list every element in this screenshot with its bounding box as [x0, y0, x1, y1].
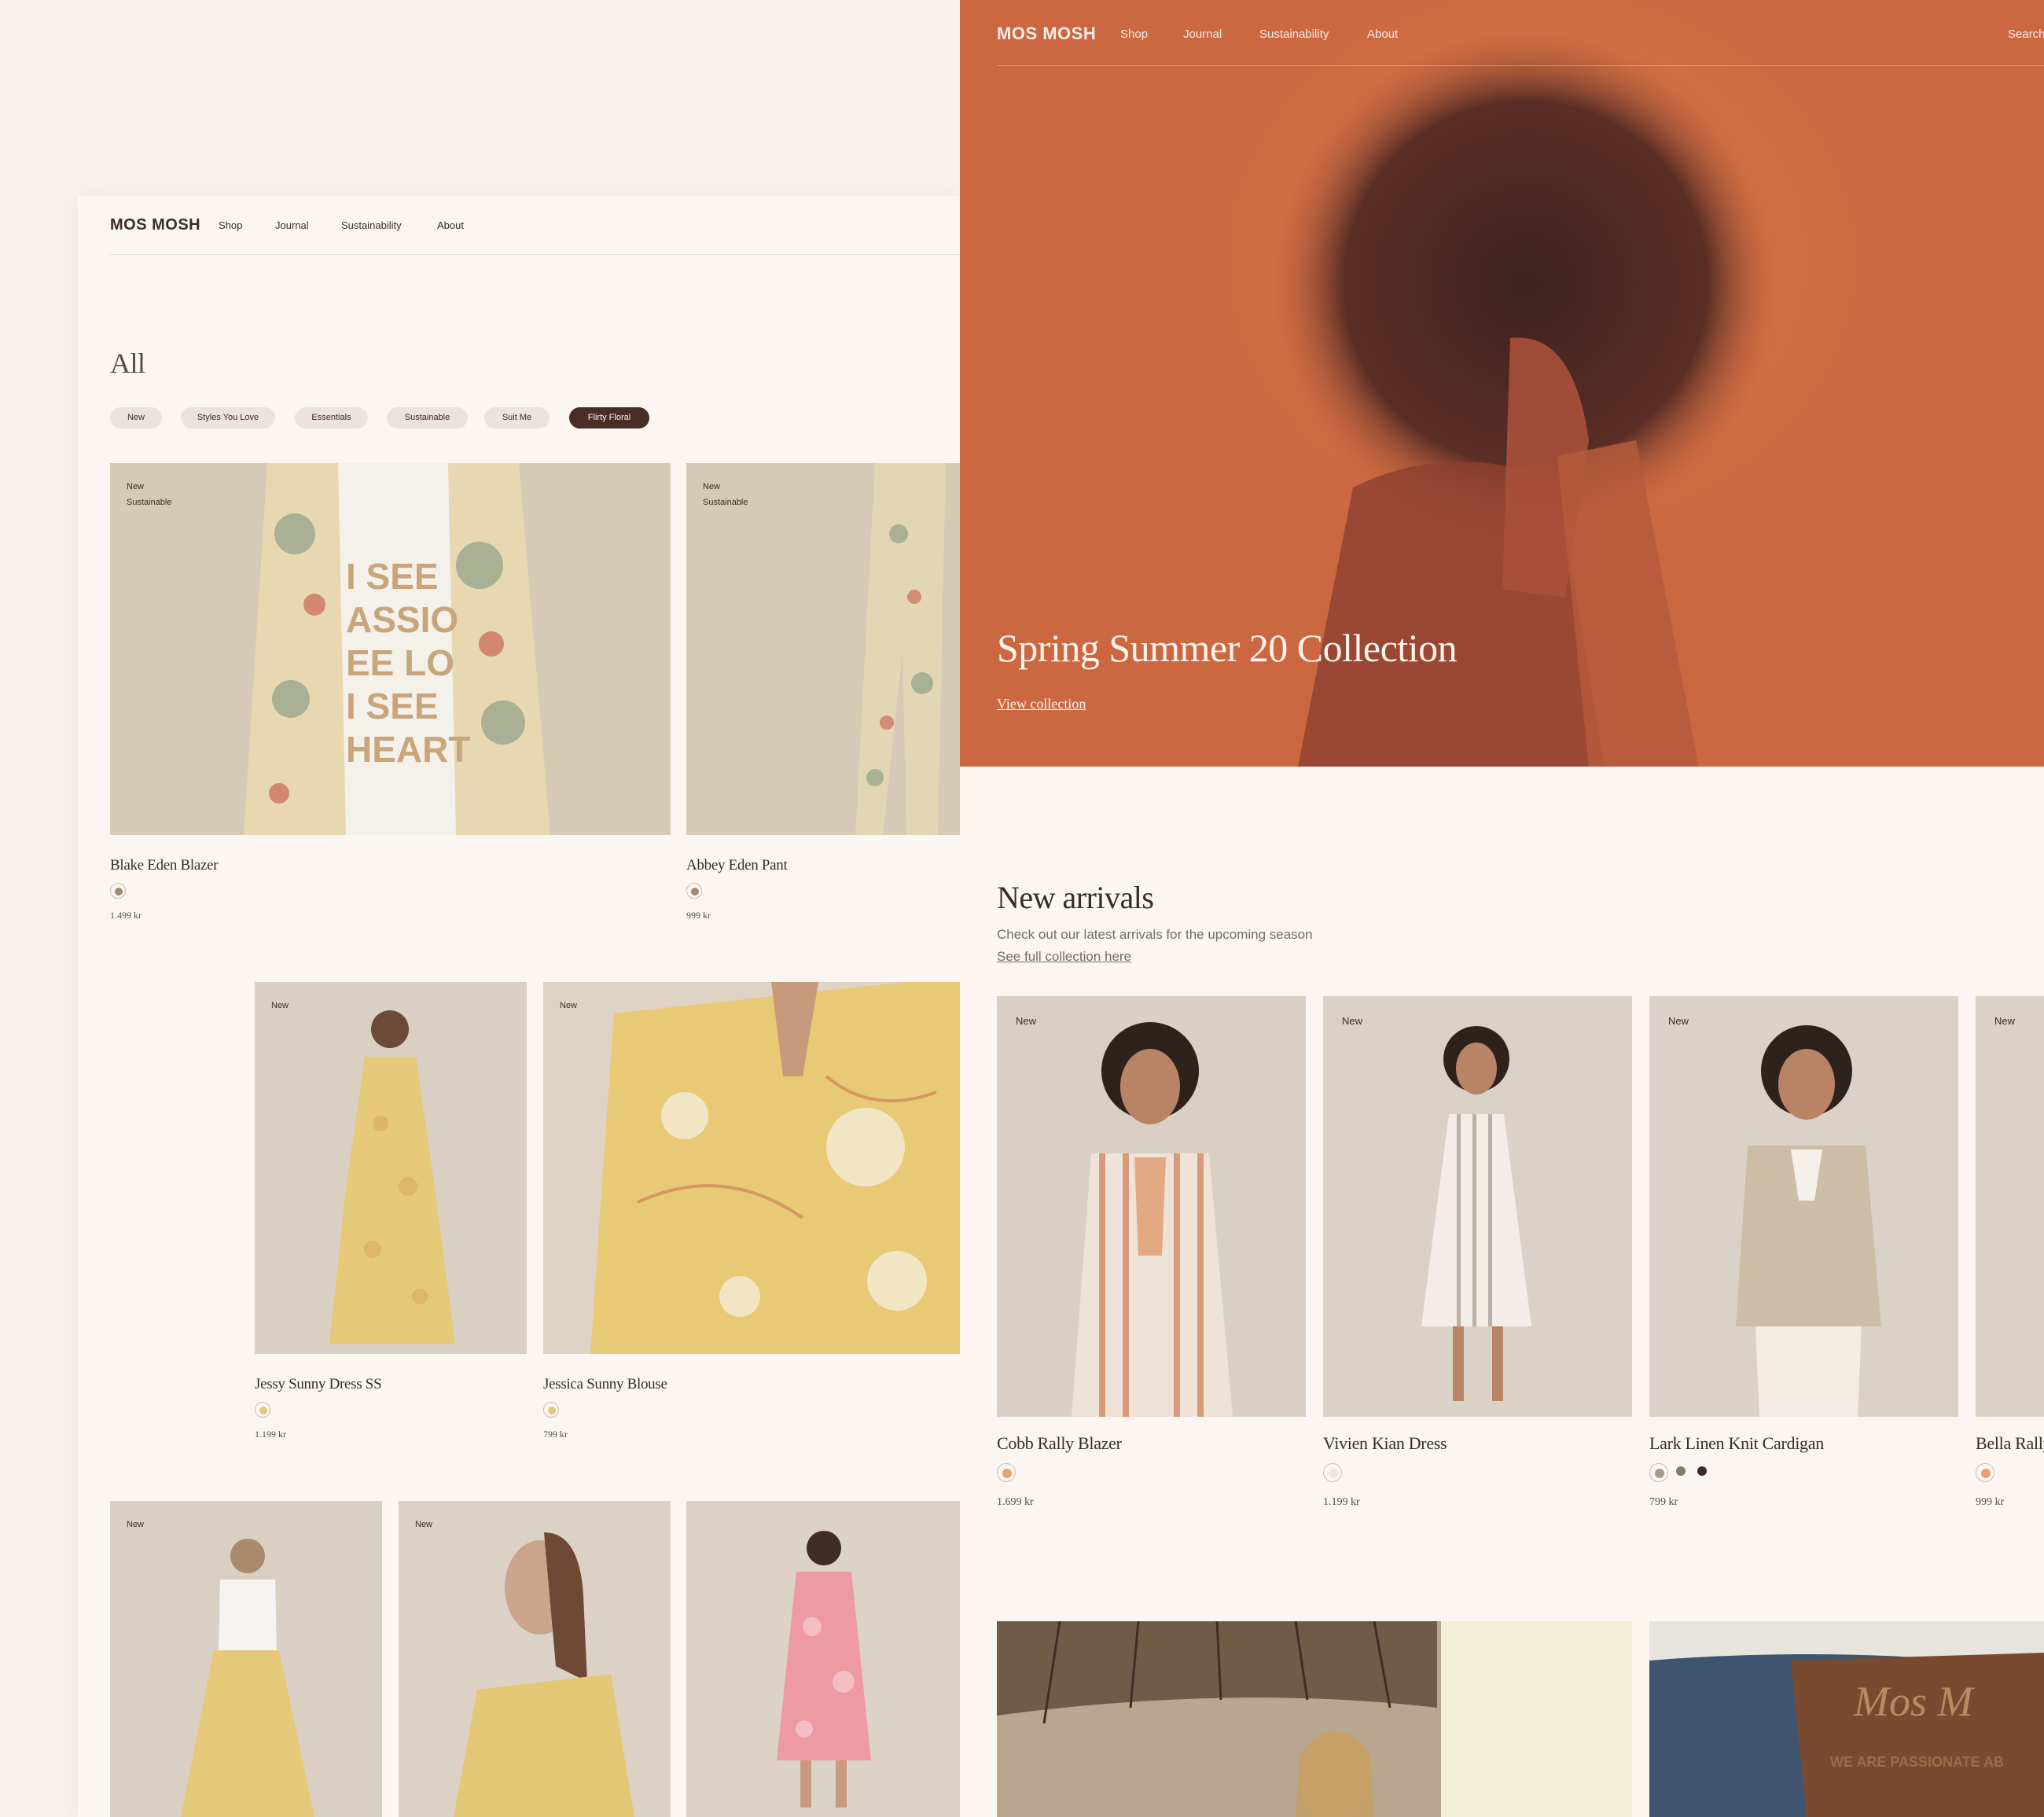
color-swatch[interactable]	[1676, 1466, 1686, 1476]
nav-about[interactable]: About	[437, 219, 464, 231]
product-name-bella-rally[interactable]: Bella Rally	[1976, 1433, 2044, 1454]
chip-flirty-floral[interactable]: Flirty Floral	[569, 407, 649, 429]
nav-divider	[997, 65, 2044, 66]
product-price: 999 kr	[686, 910, 711, 921]
color-swatch[interactable]	[543, 1402, 559, 1418]
svg-text:WE ARE PASSIONATE AB: WE ARE PASSIONATE AB	[1830, 1754, 2004, 1770]
search-link[interactable]: Search	[2008, 28, 2044, 41]
product-name-jessica-sunny-blouse[interactable]: Jessica Sunny Blouse	[543, 1376, 667, 1393]
svg-text:I SEE: I SEE	[346, 686, 439, 726]
product-badge: New	[1668, 1015, 1689, 1027]
editorial-image-denim-label[interactable]: Mos M WE ARE PASSIONATE AB	[1649, 1621, 2044, 1817]
chip-sustainable[interactable]: Sustainable	[387, 407, 468, 429]
product-image-abbey-eden-pant[interactable]: New Sustainable	[686, 463, 960, 835]
product-price: 1.499 kr	[110, 910, 142, 921]
nav-shop[interactable]: Shop	[1120, 28, 1148, 41]
product-price: 799 kr	[1649, 1496, 1678, 1508]
product-name-vivien-kian-dress[interactable]: Vivien Kian Dress	[1323, 1433, 1447, 1454]
svg-text:HEART: HEART	[346, 729, 470, 770]
nav-journal[interactable]: Journal	[275, 219, 309, 231]
product-badges: New Sustainable	[703, 482, 748, 507]
nav-sustainability[interactable]: Sustainability	[341, 219, 402, 231]
product-name-cobb-rally-blazer[interactable]: Cobb Rally Blazer	[997, 1433, 1122, 1454]
product-image-blake-eden-blazer[interactable]: I SEE ASSIO EE LO I SEE HEART New Sustainable	[110, 463, 671, 835]
product-image-bella-rally[interactable]: New	[1976, 996, 2044, 1417]
product-image-cobb-rally-blazer[interactable]: New	[997, 996, 1306, 1417]
color-swatch[interactable]	[1323, 1463, 1342, 1482]
color-swatch[interactable]	[686, 883, 702, 899]
chip-suit-me[interactable]: Suit Me	[484, 407, 550, 429]
product-image-lark-linen-knit-cardigan[interactable]: New	[1649, 996, 1958, 1417]
product-badge: New	[1342, 1015, 1363, 1027]
color-swatch[interactable]	[1649, 1463, 1668, 1482]
top-nav: MOS MOSH Shop Journal Sustainability Abo…	[110, 196, 960, 255]
nav-about[interactable]: About	[1367, 28, 1398, 41]
product-image-jessy-sunny-dress[interactable]: New	[255, 982, 527, 1354]
section-subtitle: Check out our latest arrivals for the up…	[997, 927, 1313, 942]
section-title: New arrivals	[997, 880, 1154, 915]
product-badges: New Sustainable	[127, 482, 172, 507]
svg-text:I SEE: I SEE	[346, 556, 439, 597]
product-name-blake-eden-blazer[interactable]: Blake Eden Blazer	[110, 857, 219, 874]
nav-sustainability[interactable]: Sustainability	[1259, 28, 1329, 41]
product-name-abbey-eden-pant[interactable]: Abbey Eden Pant	[686, 857, 788, 874]
svg-text:ASSIO: ASSIO	[346, 599, 458, 640]
product-badge: New	[1994, 1015, 2016, 1027]
shop-category-panel: MOS MOSH Shop Journal Sustainability Abo…	[78, 196, 960, 1817]
product-badge: New	[271, 1001, 289, 1010]
view-collection-link[interactable]: View collection	[997, 696, 1086, 712]
svg-text:Mos M: Mos M	[1853, 1678, 1975, 1725]
color-swatch[interactable]	[110, 883, 126, 899]
product-badge: New	[560, 1001, 578, 1010]
hero-title: Spring Summer 20 Collection	[997, 626, 1458, 670]
nav-shop[interactable]: Shop	[219, 219, 242, 231]
product-badge: New	[127, 1520, 145, 1529]
chip-styles-you-love[interactable]: Styles You Love	[181, 407, 275, 429]
product-price: 799 kr	[543, 1429, 568, 1440]
color-swatch[interactable]	[1976, 1463, 1994, 1482]
product-image-vivien-kian-dress[interactable]: New	[1323, 996, 1632, 1417]
brand-logo[interactable]: MOS MOSH	[110, 216, 200, 234]
color-swatch[interactable]	[997, 1463, 1016, 1482]
page-title: All	[110, 348, 145, 379]
product-badge: New	[1016, 1015, 1037, 1027]
product-price: 999 kr	[1976, 1496, 2005, 1508]
product-image-pink-dress[interactable]	[686, 1501, 960, 1817]
product-price: 1.199 kr	[255, 1429, 286, 1440]
product-image-jessica-sunny-blouse[interactable]: New	[543, 982, 960, 1354]
chip-new[interactable]: New	[110, 407, 162, 429]
see-full-collection-link[interactable]: See full collection here	[997, 949, 1131, 965]
svg-text:EE LO: EE LO	[346, 642, 454, 683]
product-name-lark-linen-knit-cardigan[interactable]: Lark Linen Knit Cardigan	[1649, 1433, 1824, 1454]
product-image-floral-skirt[interactable]: New	[110, 1501, 382, 1817]
homepage-panel: MOS MOSH Shop Journal Sustainability Abo…	[960, 0, 2044, 1817]
color-swatch[interactable]	[255, 1402, 270, 1418]
product-badge: New	[415, 1520, 433, 1529]
editorial-image-beach[interactable]	[997, 1621, 1632, 1817]
chip-essentials[interactable]: Essentials	[295, 407, 368, 429]
hero-banner: MOS MOSH Shop Journal Sustainability Abo…	[960, 0, 2044, 767]
product-name-jessy-sunny-dress[interactable]: Jessy Sunny Dress SS	[255, 1376, 382, 1393]
product-price: 1.199 kr	[1323, 1496, 1360, 1508]
nav-journal[interactable]: Journal	[1183, 28, 1222, 41]
brand-logo[interactable]: MOS MOSH	[997, 24, 1096, 44]
product-price: 1.699 kr	[997, 1496, 1034, 1508]
color-swatch[interactable]	[1697, 1466, 1707, 1476]
product-image-floral-blouse[interactable]: New	[399, 1501, 671, 1817]
